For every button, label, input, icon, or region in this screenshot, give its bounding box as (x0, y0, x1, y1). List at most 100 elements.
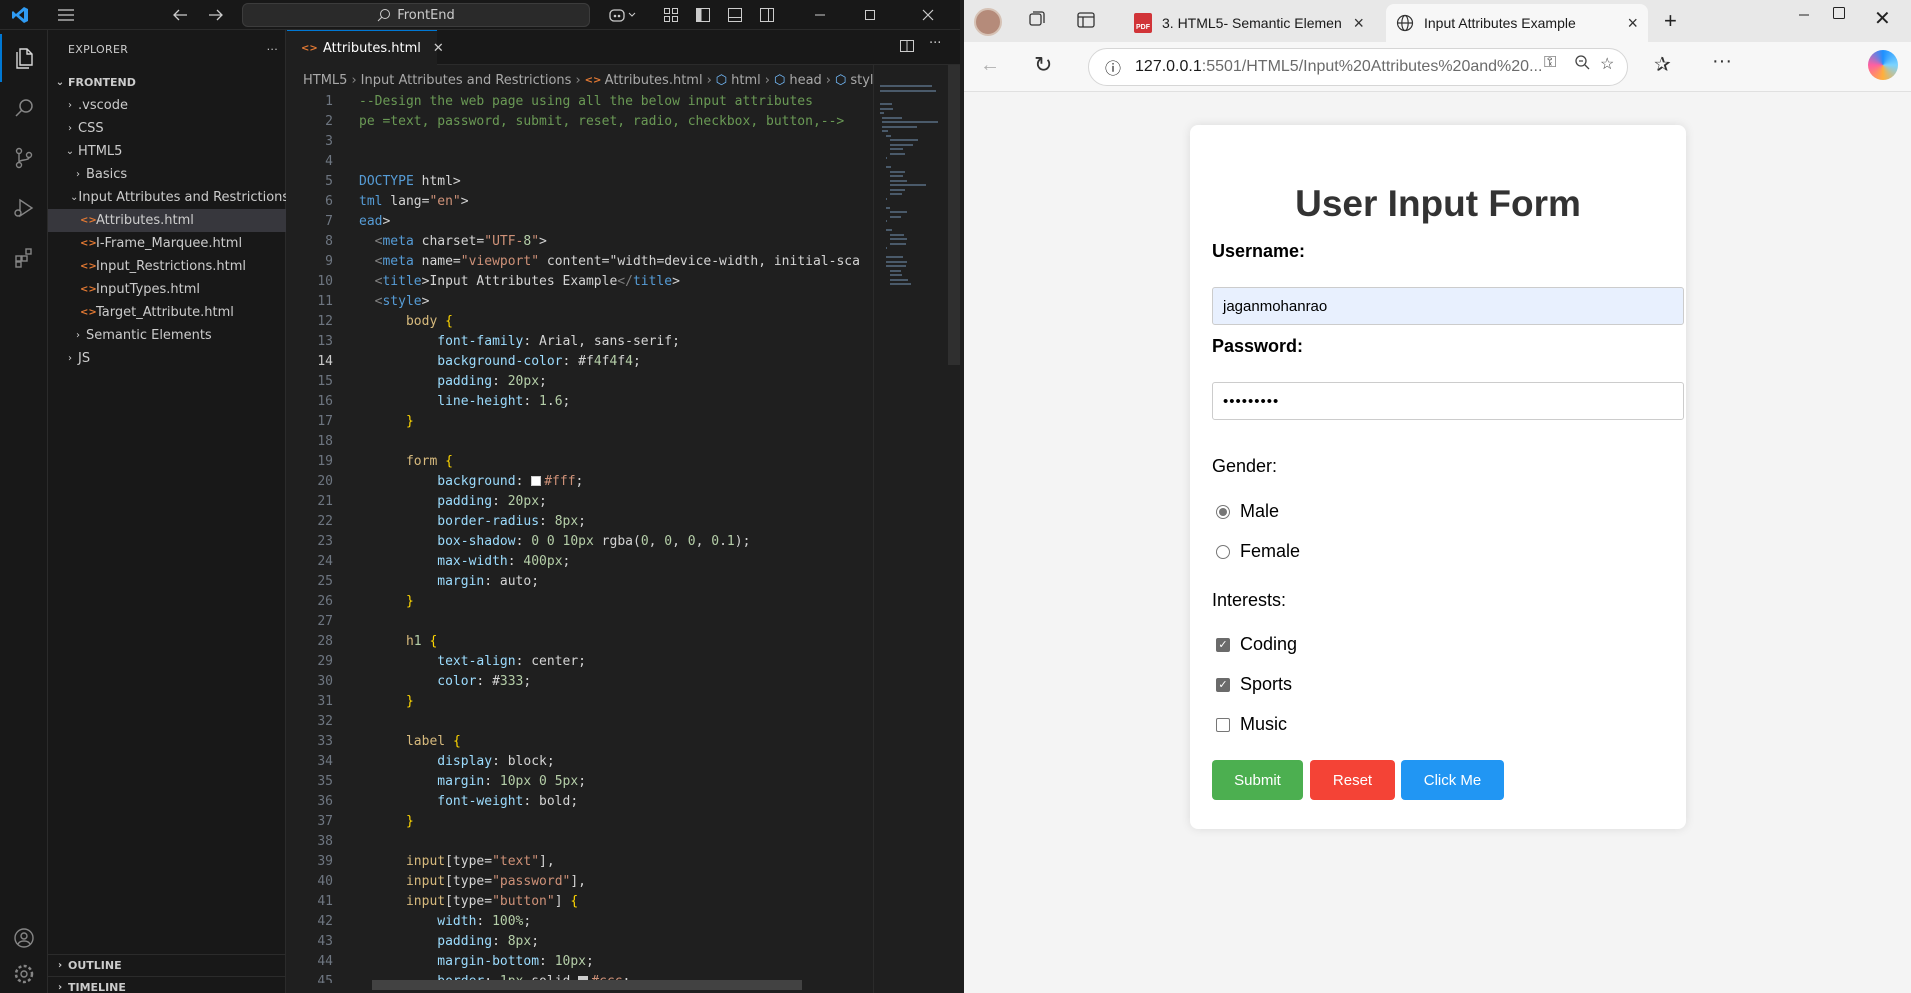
favorite-star-icon[interactable]: ☆ (1600, 54, 1614, 74)
layout-customize-icon[interactable] (660, 0, 682, 30)
interest-option-music[interactable]: Music (1216, 714, 1287, 735)
maximize-icon[interactable] (1832, 6, 1846, 25)
breadcrumb-item[interactable]: Input Attributes and Restrictions (361, 73, 572, 88)
click-me-button[interactable]: Click Me (1401, 760, 1504, 800)
code-line[interactable]: 2 pe =text, password, submit, reset, radi… (287, 114, 873, 134)
editor-tab-attributes[interactable]: <> Attributes.html ✕ (287, 30, 444, 65)
code-line[interactable]: 3 (287, 134, 873, 154)
tree-root-frontend[interactable]: ⌄ FRONTEND (48, 71, 286, 94)
toggle-panel-icon[interactable] (724, 0, 746, 30)
site-info-icon[interactable]: ⓘ (1105, 55, 1121, 79)
breadcrumb-item[interactable]: Attributes.html (605, 73, 703, 88)
code-line[interactable]: 14 background-color: #f4f4f4; (287, 354, 873, 374)
radio-button[interactable] (1216, 544, 1230, 559)
browser-tab-input-attributes[interactable]: Input Attributes Example × (1386, 4, 1648, 42)
minimize-icon[interactable] (1798, 8, 1810, 27)
username-input[interactable]: jaganmohanrao (1212, 287, 1684, 325)
code-line[interactable]: 15 padding: 20px; (287, 374, 873, 394)
maximize-icon[interactable] (850, 0, 890, 30)
code-line[interactable]: 19 form { (287, 454, 873, 474)
tree-file-attributes[interactable]: <> Attributes.html (48, 209, 286, 232)
tree-file-input-restrictions[interactable]: <> Input_Restrictions.html (48, 255, 286, 278)
hamburger-menu-icon[interactable] (52, 0, 80, 30)
password-input[interactable]: ••••••••• (1212, 382, 1684, 420)
copilot-icon[interactable] (604, 0, 640, 30)
forward-arrow-icon[interactable] (204, 0, 228, 30)
explorer-files-icon[interactable] (0, 34, 48, 82)
close-tab-icon[interactable]: ✕ (433, 41, 444, 56)
tree-folder-js[interactable]: › JS (48, 347, 286, 370)
code-line[interactable]: 23 box-shadow: 0 0 10px rgba(0, 0, 0, 0.… (287, 534, 873, 554)
toggle-secondary-sidebar-icon[interactable] (756, 0, 778, 30)
code-line[interactable]: 31 } (287, 694, 873, 714)
code-line[interactable]: 25 margin: auto; (287, 574, 873, 594)
code-line[interactable]: 13 font-family: Arial, sans-serif; (287, 334, 873, 354)
tree-folder-input-attributes[interactable]: ⌄ Input Attributes and Restrictions (48, 186, 286, 209)
code-editor[interactable]: 1 --Design the web page using all the bel… (287, 94, 873, 983)
breadcrumb-item[interactable]: head (789, 73, 821, 88)
back-arrow-icon[interactable]: ← (980, 54, 1000, 77)
minimize-icon[interactable] (800, 0, 840, 30)
code-line[interactable]: 9 <meta name="viewport" content="width=d… (287, 254, 873, 274)
gender-option-female[interactable]: Female (1216, 541, 1300, 562)
editor-more-actions-icon[interactable]: ··· (929, 36, 941, 51)
code-line[interactable]: 38 (287, 834, 873, 854)
tree-file-inputtypes[interactable]: <> InputTypes.html (48, 278, 286, 301)
code-line[interactable]: 34 display: block; (287, 754, 873, 774)
outline-section[interactable]: › OUTLINE (48, 954, 286, 976)
key-icon[interactable]: ⚿ (1544, 54, 1556, 72)
favorites-icon[interactable]: ✰ (1654, 52, 1671, 77)
back-arrow-icon[interactable] (168, 0, 192, 30)
close-icon[interactable]: ✕ (1874, 6, 1891, 31)
code-line[interactable]: 36 font-weight: bold; (287, 794, 873, 814)
code-line[interactable]: 39 input[type="text"], (287, 854, 873, 874)
code-line[interactable]: 43 padding: 8px; (287, 934, 873, 954)
code-line[interactable]: 44 margin-bottom: 10px; (287, 954, 873, 974)
code-line[interactable]: 33 label { (287, 734, 873, 754)
code-line[interactable]: 29 text-align: center; (287, 654, 873, 674)
search-icon[interactable] (0, 84, 48, 132)
code-line[interactable]: 27 (287, 614, 873, 634)
close-icon[interactable] (905, 0, 950, 30)
new-tab-plus-icon[interactable]: + (1664, 8, 1677, 34)
source-control-icon[interactable] (0, 134, 48, 182)
close-tab-icon[interactable]: × (1627, 13, 1638, 34)
split-editor-icon[interactable] (899, 38, 915, 58)
tree-file-iframe-marquee[interactable]: <> I-Frame_Marquee.html (48, 232, 286, 255)
run-debug-icon[interactable] (0, 184, 48, 232)
copilot-icon[interactable] (1868, 50, 1898, 80)
more-menu-icon[interactable]: ··· (1712, 50, 1732, 73)
tree-folder-basics[interactable]: › Basics (48, 163, 286, 186)
code-line[interactable]: 6 tml lang="en"> (287, 194, 873, 214)
vertical-scrollbar[interactable] (948, 65, 960, 365)
code-line[interactable]: 12 body { (287, 314, 873, 334)
more-actions-icon[interactable]: ··· (267, 43, 278, 56)
breadcrumb-item[interactable]: html (731, 73, 761, 88)
code-line[interactable]: 8 <meta charset="UTF-8"> (287, 234, 873, 254)
tree-folder-html5[interactable]: ⌄ HTML5 (48, 140, 286, 163)
code-line[interactable]: 5 DOCTYPE html> (287, 174, 873, 194)
zoom-icon[interactable] (1574, 54, 1590, 75)
checkbox[interactable] (1216, 717, 1230, 732)
code-line[interactable]: 26 } (287, 594, 873, 614)
code-line[interactable]: 41 input[type="button"] { (287, 894, 873, 914)
profile-avatar[interactable] (974, 8, 1002, 36)
code-line[interactable]: 21 padding: 20px; (287, 494, 873, 514)
command-center-search[interactable]: FrontEnd (242, 3, 590, 27)
extensions-icon[interactable] (0, 234, 48, 282)
code-line[interactable]: 11 <style> (287, 294, 873, 314)
tree-folder-semantic-elements[interactable]: › Semantic Elements (48, 324, 286, 347)
interest-option-sports[interactable]: ✓ Sports (1216, 674, 1292, 695)
code-line[interactable]: 10 <title>Input Attributes Example</titl… (287, 274, 873, 294)
tree-file-target-attribute[interactable]: <> Target_Attribute.html (48, 301, 286, 324)
breadcrumb-item[interactable]: HTML5 (303, 73, 347, 88)
close-tab-icon[interactable]: × (1353, 13, 1364, 34)
tree-folder-css[interactable]: › CSS (48, 117, 286, 140)
tab-actions-icon[interactable] (1026, 10, 1046, 35)
submit-button[interactable]: Submit (1212, 760, 1303, 800)
code-line[interactable]: 22 border-radius: 8px; (287, 514, 873, 534)
minimap[interactable] (873, 65, 948, 993)
interest-option-coding[interactable]: ✓ Coding (1216, 634, 1297, 655)
horizontal-scrollbar[interactable] (372, 980, 802, 990)
code-line[interactable]: 4 (287, 154, 873, 174)
